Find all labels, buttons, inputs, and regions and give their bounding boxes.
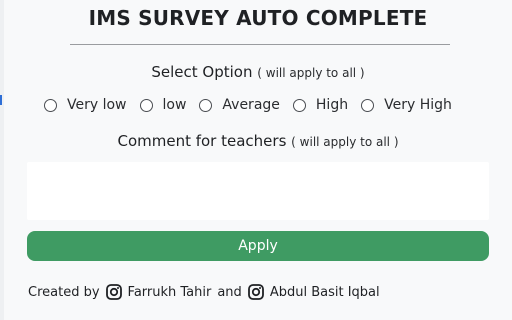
- credits-footer: Created by Farrukh Tahir and Abdul Basit…: [28, 281, 380, 303]
- option-label: low: [162, 97, 187, 113]
- option-high[interactable]: High: [292, 97, 349, 113]
- option-label: Very low: [67, 97, 127, 113]
- radio-button[interactable]: [292, 98, 306, 112]
- created-by-text: Created by: [28, 284, 100, 300]
- option-label: Very High: [384, 97, 452, 113]
- rating-options: Very low low Average High Very High: [44, 94, 484, 116]
- title-divider: [70, 44, 450, 45]
- instagram-icon: [105, 284, 122, 300]
- comment-input[interactable]: [27, 162, 489, 220]
- option-label: Average: [222, 97, 280, 113]
- option-low[interactable]: low: [139, 97, 187, 113]
- comment-label: Comment for teachers: [117, 132, 287, 150]
- author-name: Abdul Basit Iqbal: [269, 284, 380, 300]
- radio-button[interactable]: [361, 98, 375, 112]
- select-option-heading: Select Option ( will apply to all ): [4, 63, 512, 81]
- radio-button[interactable]: [199, 98, 213, 112]
- instagram-icon: [247, 284, 264, 300]
- author-link-farrukh[interactable]: Farrukh Tahir: [105, 284, 212, 300]
- option-very-high[interactable]: Very High: [361, 97, 452, 113]
- comment-note: ( will apply to all ): [291, 135, 399, 149]
- radio-button[interactable]: [139, 98, 153, 112]
- option-average[interactable]: Average: [199, 97, 280, 113]
- background-link-fragment: [0, 95, 2, 105]
- author-link-abdul[interactable]: Abdul Basit Iqbal: [247, 284, 380, 300]
- select-option-note: ( will apply to all ): [257, 66, 365, 80]
- author-name: Farrukh Tahir: [127, 284, 212, 300]
- option-label: High: [315, 97, 349, 113]
- select-option-label: Select Option: [151, 63, 253, 81]
- apply-button[interactable]: Apply: [27, 231, 489, 261]
- extension-popup: IMS SURVEY AUTO COMPLETE Select Option (…: [4, 0, 512, 320]
- popup-title: IMS SURVEY AUTO COMPLETE: [88, 6, 428, 30]
- radio-button[interactable]: [44, 98, 57, 112]
- option-very-low[interactable]: Very low: [44, 97, 127, 113]
- comment-heading: Comment for teachers ( will apply to all…: [4, 132, 512, 150]
- and-text: and: [217, 284, 242, 300]
